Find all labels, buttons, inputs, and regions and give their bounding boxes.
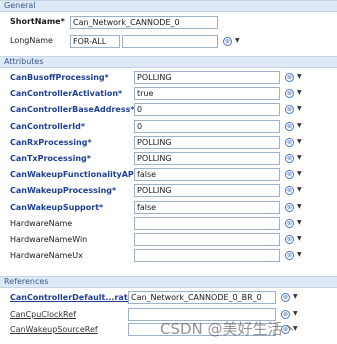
attribute-label: HardwareNameUx xyxy=(10,251,83,261)
chevron-down-icon[interactable]: ▼ xyxy=(297,170,302,178)
shortname-input[interactable]: Can_Network_CANNODE_0 xyxy=(70,16,218,29)
clear-x-icon[interactable]: ⊗ xyxy=(285,202,294,212)
chevron-down-icon[interactable]: ▼ xyxy=(293,310,298,318)
longname-label: LongName xyxy=(10,36,53,45)
attribute-value-input[interactable]: 0 xyxy=(134,119,280,133)
clear-x-icon[interactable]: ⊗ xyxy=(285,73,294,82)
attribute-value-input[interactable]: POLLING xyxy=(134,152,280,165)
reference-value-input[interactable]: Can_Network_CANNODE_0_BR_0 xyxy=(128,291,276,304)
attribute-value-input[interactable]: 0 xyxy=(134,103,280,117)
clear-x-icon[interactable]: ⊗ xyxy=(285,218,294,228)
clear-x-icon[interactable]: ⊗ xyxy=(285,186,294,196)
attribute-value-input[interactable] xyxy=(134,233,280,246)
row-longname: LongName FOR-ALL ⊗ ▼ xyxy=(0,33,337,49)
attribute-label: CanControllerBaseAddress* xyxy=(10,105,135,115)
attribute-row: HardwareName ⊗ ▼ xyxy=(0,216,337,232)
row-shortname: ShortName* Can_Network_CANNODE_0 xyxy=(0,14,337,30)
clear-x-icon[interactable]: ⊗ xyxy=(281,293,290,302)
clear-x-icon[interactable]: ⊗ xyxy=(285,137,294,147)
attribute-row: CanWakeupSupport* false ⊗ ▼ xyxy=(0,200,337,216)
attribute-label: CanWakeupProcessing* xyxy=(10,186,117,196)
attribute-row: HardwareNameWin ⊗ ▼ xyxy=(0,232,337,248)
attribute-row: CanWakeupFunctionalityAPI* false ⊗ ▼ xyxy=(0,167,337,183)
chevron-down-icon[interactable]: ▼ xyxy=(297,154,302,162)
clear-x-icon[interactable]: ⊗ xyxy=(223,37,232,46)
attribute-value-input[interactable] xyxy=(134,249,280,263)
attribute-row: CanControllerActivation* true ⊗ ▼ xyxy=(0,86,337,102)
chevron-down-icon[interactable]: ▼ xyxy=(297,89,302,97)
attribute-row: CanRxProcessing* POLLING ⊗ ▼ xyxy=(0,135,337,151)
attribute-row: CanControllerBaseAddress* 0 ⊗ ▼ xyxy=(0,102,337,118)
clear-x-icon[interactable]: ⊗ xyxy=(285,251,294,261)
attribute-label: CanTxProcessing* xyxy=(10,154,91,163)
attribute-value-input[interactable]: POLLING xyxy=(134,135,280,149)
clear-x-icon[interactable]: ⊗ xyxy=(285,121,294,131)
reference-label[interactable]: CanControllerDefault...rate* xyxy=(10,293,137,302)
attribute-label: CanWakeupFunctionalityAPI* xyxy=(10,170,141,180)
chevron-down-icon[interactable]: ▼ xyxy=(293,293,298,301)
attribute-row: CanWakeupProcessing* POLLING ⊗ ▼ xyxy=(0,183,337,199)
clear-x-icon[interactable]: ⊗ xyxy=(285,105,294,115)
attribute-label: HardwareNameWin xyxy=(10,235,88,244)
attribute-value-input[interactable]: POLLING xyxy=(134,184,280,198)
attribute-label: CanControllerActivation* xyxy=(10,89,123,99)
chevron-down-icon[interactable]: ▼ xyxy=(297,235,302,243)
reference-label[interactable]: CanWakeupSourceRef xyxy=(10,325,98,334)
attribute-value-input[interactable]: POLLING xyxy=(134,71,280,84)
chevron-down-icon[interactable]: ▼ xyxy=(297,73,302,81)
section-header-attributes: Attributes xyxy=(0,56,337,68)
attribute-row: CanTxProcessing* POLLING ⊗ ▼ xyxy=(0,151,337,167)
longname-lang-select[interactable]: FOR-ALL xyxy=(70,35,120,48)
attribute-row: CanBusoffProcessing* POLLING ⊗ ▼ xyxy=(0,70,337,86)
section-header-references: References xyxy=(0,276,337,288)
attribute-label: HardwareName xyxy=(10,218,73,228)
attribute-label: CanRxProcessing* xyxy=(10,137,92,147)
clear-x-icon[interactable]: ⊗ xyxy=(285,89,294,99)
clear-x-icon[interactable]: ⊗ xyxy=(285,154,294,163)
attribute-label: CanControllerId* xyxy=(10,121,86,131)
chevron-down-icon[interactable]: ▼ xyxy=(235,37,240,45)
chevron-down-icon[interactable]: ▼ xyxy=(297,138,302,146)
chevron-down-icon[interactable]: ▼ xyxy=(297,251,302,259)
attribute-value-input[interactable]: false xyxy=(134,168,280,182)
chevron-down-icon[interactable]: ▼ xyxy=(297,122,302,130)
attribute-row: CanControllerId* 0 ⊗ ▼ xyxy=(0,119,337,135)
clear-x-icon[interactable]: ⊗ xyxy=(285,170,294,180)
chevron-down-icon[interactable]: ▼ xyxy=(297,105,302,113)
reference-label[interactable]: CanCpuClockRef xyxy=(10,310,76,319)
watermark-text: CSDN @美好生活丶 xyxy=(160,320,298,338)
attribute-label: CanWakeupSupport* xyxy=(10,202,104,212)
attribute-value-input[interactable] xyxy=(134,216,280,230)
chevron-down-icon[interactable]: ▼ xyxy=(297,219,302,227)
shortname-label: ShortName* xyxy=(10,17,65,26)
longname-input[interactable] xyxy=(122,35,218,48)
attribute-value-input[interactable]: false xyxy=(134,200,280,214)
attribute-row: HardwareNameUx ⊗ ▼ xyxy=(0,248,337,264)
attribute-label: CanBusoffProcessing* xyxy=(10,73,109,82)
chevron-down-icon[interactable]: ▼ xyxy=(297,203,302,211)
clear-x-icon[interactable]: ⊗ xyxy=(285,235,294,244)
reference-row: CanControllerDefault...rate* Can_Network_… xyxy=(0,290,337,306)
section-header-general: General xyxy=(0,0,337,12)
chevron-down-icon[interactable]: ▼ xyxy=(297,186,302,194)
attribute-value-input[interactable]: true xyxy=(134,87,280,101)
